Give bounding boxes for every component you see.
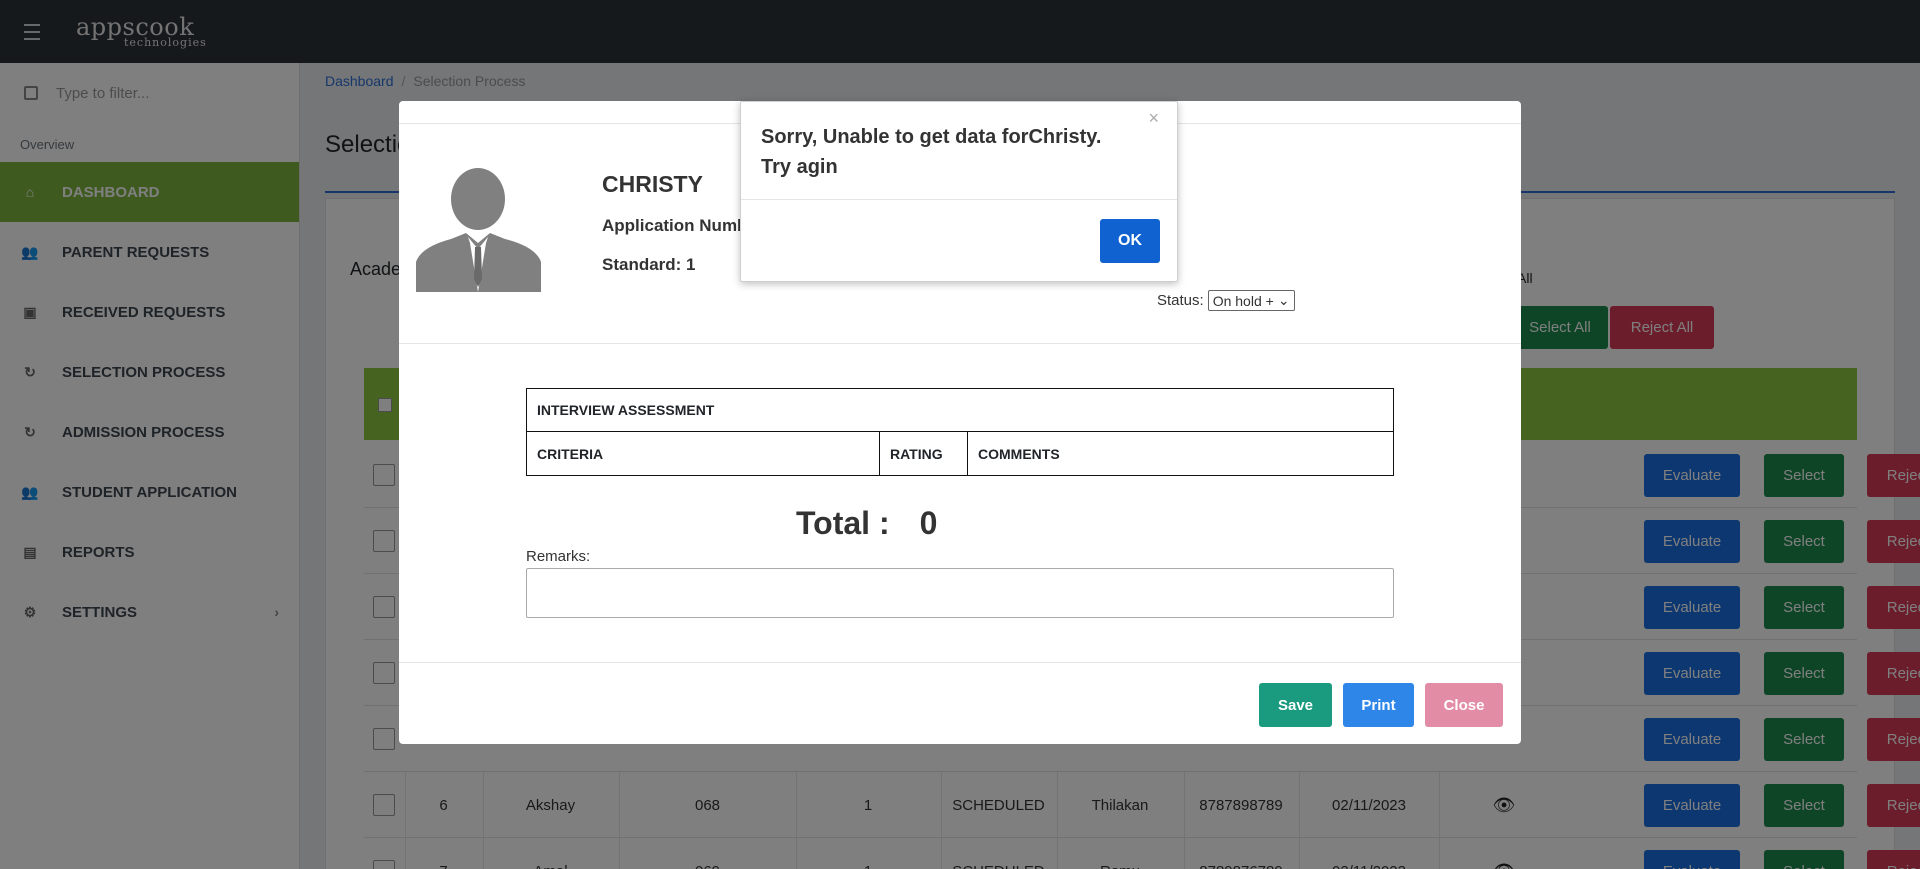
close-icon[interactable]: × bbox=[1148, 108, 1159, 129]
assessment-title: INTERVIEW ASSESSMENT bbox=[527, 389, 1393, 432]
close-button[interactable]: Close bbox=[1425, 683, 1503, 727]
alert-divider bbox=[741, 199, 1177, 200]
applicant-name: CHRISTY bbox=[602, 171, 703, 197]
remarks-textarea[interactable] bbox=[526, 568, 1394, 618]
status-field: Status: On hold + ⌄ bbox=[1157, 290, 1295, 311]
status-label: Status: bbox=[1157, 292, 1204, 309]
status-select[interactable]: On hold + ⌄ bbox=[1207, 290, 1295, 311]
total-value: 0 bbox=[919, 505, 938, 541]
assessment-table: INTERVIEW ASSESSMENT CRITERIA RATING COM… bbox=[526, 388, 1394, 476]
ok-button[interactable]: OK bbox=[1100, 219, 1160, 263]
remarks-label: Remarks: bbox=[526, 548, 591, 565]
total-label: Total : bbox=[796, 505, 890, 541]
alert-message: Sorry, Unable to get data forChristy. Tr… bbox=[761, 126, 1102, 178]
column-criteria: CRITERIA bbox=[527, 432, 880, 475]
avatar bbox=[416, 167, 541, 292]
print-button[interactable]: Print bbox=[1343, 683, 1414, 727]
total-score: Total : 0 bbox=[796, 505, 937, 542]
modal-divider bbox=[399, 343, 1521, 344]
standard-label: Standard: 1 bbox=[602, 255, 696, 274]
chevron-down-icon: ⌄ bbox=[1277, 292, 1290, 308]
alert-dialog: × Sorry, Unable to get data forChristy. … bbox=[740, 101, 1178, 282]
modal-footer-divider bbox=[399, 662, 1521, 663]
status-value: On hold + bbox=[1212, 292, 1274, 309]
column-comments: COMMENTS bbox=[978, 445, 1060, 462]
application-number-label: Application Numb bbox=[602, 216, 748, 235]
column-rating: RATING bbox=[880, 432, 968, 475]
assessment-columns: CRITERIA RATING COMMENTS bbox=[527, 432, 1393, 475]
save-button[interactable]: Save bbox=[1259, 683, 1332, 727]
